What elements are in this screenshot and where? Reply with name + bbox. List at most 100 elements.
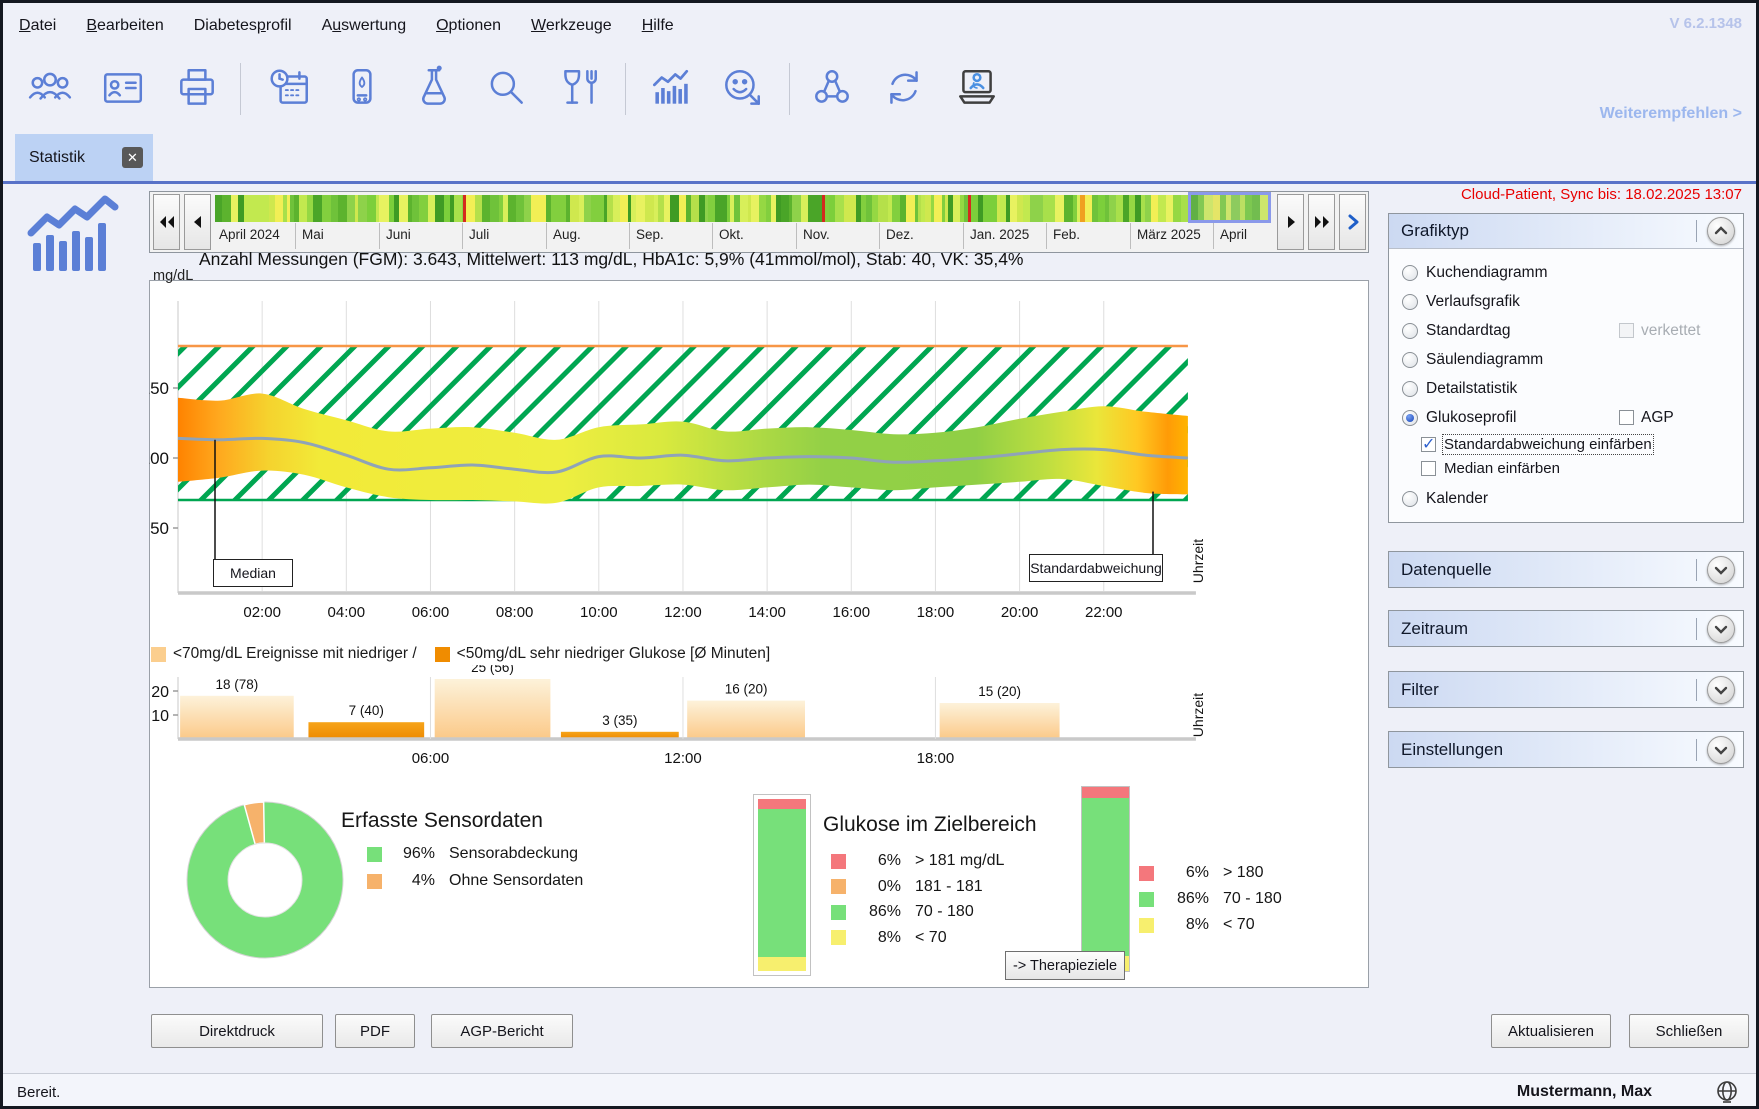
timeline-day-segment bbox=[322, 195, 331, 222]
timeline-day-segment bbox=[428, 195, 435, 222]
timeline-fast-back-button[interactable] bbox=[153, 194, 180, 250]
statistics-page-icon bbox=[27, 195, 119, 280]
direktdruck-button[interactable]: Direktdruck bbox=[151, 1014, 323, 1048]
panel-datenquelle: Datenquelle bbox=[1388, 551, 1744, 588]
timeline-month-label: Dez. bbox=[886, 227, 914, 242]
panel-header[interactable]: Filter bbox=[1389, 672, 1743, 707]
printer-icon[interactable] bbox=[174, 65, 220, 111]
expand-button[interactable] bbox=[1707, 736, 1735, 764]
therapy-goals-button[interactable]: -> Therapieziele bbox=[1005, 951, 1125, 980]
timeline-day-segment bbox=[792, 195, 801, 222]
grafiktyp-option-säulendiagramm[interactable]: Säulendiagramm bbox=[1389, 345, 1743, 374]
grafiktyp-option-glukoseprofil[interactable]: GlukoseprofilAGP bbox=[1389, 403, 1743, 432]
search-icon[interactable] bbox=[483, 65, 529, 111]
timeline-day-segment bbox=[990, 195, 997, 222]
no-sensor-swatch bbox=[367, 874, 382, 889]
svg-text:06:00: 06:00 bbox=[412, 750, 450, 767]
timeline-month-label: Sep. bbox=[636, 227, 664, 242]
diary-calendar-icon[interactable] bbox=[267, 65, 313, 111]
statistics-icon[interactable] bbox=[646, 65, 692, 111]
grafiktyp-panel-header[interactable]: Grafiktyp bbox=[1389, 214, 1743, 249]
svg-text:100: 100 bbox=[149, 449, 169, 468]
tir-legend-row: 6%> 180 bbox=[1139, 864, 1263, 882]
panel-header[interactable]: Einstellungen bbox=[1389, 732, 1743, 767]
timeline-back-button[interactable] bbox=[184, 194, 211, 250]
timeline-day-segment bbox=[983, 195, 990, 222]
timeline-day-segment bbox=[844, 195, 852, 222]
menu-item-bearbeiten[interactable]: Bearbeiten bbox=[86, 17, 163, 35]
radio-button[interactable] bbox=[1402, 381, 1418, 397]
grafiktyp-option-standardtag[interactable]: Standardtagverkettet bbox=[1389, 316, 1743, 345]
radio-button[interactable] bbox=[1402, 352, 1418, 368]
panel-header[interactable]: Zeitraum bbox=[1389, 611, 1743, 646]
expand-button[interactable] bbox=[1707, 615, 1735, 643]
expand-button[interactable] bbox=[1707, 556, 1735, 584]
standard-deviation-annotation: Standardabweichung bbox=[1029, 554, 1163, 582]
timeline-day-segment bbox=[670, 195, 679, 222]
timeline-end-button[interactable] bbox=[1339, 194, 1366, 250]
schlie-en-button[interactable]: Schließen bbox=[1629, 1014, 1749, 1048]
timeline-day-segment bbox=[613, 195, 620, 222]
svg-text:Uhrzeit: Uhrzeit bbox=[1190, 539, 1206, 583]
menu-item-diabetesprofil[interactable]: Diabetesprofil bbox=[194, 17, 292, 35]
timeline-day-segment bbox=[299, 195, 307, 222]
grafiktyp-option-verlaufsgrafik[interactable]: Verlaufsgrafik bbox=[1389, 287, 1743, 316]
glucose-meter-icon[interactable] bbox=[339, 65, 385, 111]
lab-flask-icon[interactable] bbox=[411, 65, 457, 111]
grafiktyp-option-kalender[interactable]: Kalender bbox=[1389, 484, 1743, 513]
status-bar bbox=[3, 1073, 1756, 1107]
radio-button[interactable] bbox=[1402, 323, 1418, 339]
tir-legend-row: 0%181 - 181 bbox=[831, 878, 983, 896]
timeline-glucose-stripe[interactable] bbox=[215, 195, 1271, 222]
collapse-button[interactable] bbox=[1707, 217, 1735, 245]
agp-bericht-button[interactable]: AGP-Bericht bbox=[431, 1014, 573, 1048]
timeline-month-label: Juni bbox=[386, 227, 411, 242]
toolbar-divider bbox=[240, 63, 241, 115]
timeline-day-segment bbox=[222, 195, 231, 222]
radio-button[interactable] bbox=[1402, 491, 1418, 507]
aktualisieren-button[interactable]: Aktualisieren bbox=[1491, 1014, 1611, 1048]
timeline-selection-box[interactable] bbox=[1188, 192, 1271, 223]
svg-text:16 (20): 16 (20) bbox=[725, 682, 768, 697]
checkbox-agp[interactable]: AGP bbox=[1619, 409, 1674, 427]
menu-item-hilfe[interactable]: Hilfe bbox=[642, 17, 674, 35]
radio-button[interactable] bbox=[1402, 265, 1418, 281]
telemedicine-icon[interactable] bbox=[954, 65, 1000, 111]
menu-item-optionen[interactable]: Optionen bbox=[436, 17, 501, 35]
radio-button[interactable] bbox=[1402, 294, 1418, 310]
sub-checkbox-row[interactable]: Median einfärben bbox=[1389, 456, 1743, 480]
recommend-link[interactable]: Weiterempfehlen > bbox=[1600, 105, 1742, 123]
close-icon[interactable]: ✕ bbox=[122, 147, 143, 168]
sub-checkbox-row[interactable]: Standardabweichung einfärben bbox=[1389, 432, 1743, 456]
expand-button[interactable] bbox=[1707, 676, 1735, 704]
timeline-forward-button[interactable] bbox=[1277, 194, 1304, 250]
menu-item-werkzeuge[interactable]: Werkzeuge bbox=[531, 17, 612, 35]
checkbox-label: Median einfärben bbox=[1444, 460, 1560, 477]
patients-group-icon[interactable] bbox=[27, 65, 73, 111]
menu-bar: Datei Bearbeiten Diabetesprofil Auswertung O… bbox=[19, 17, 674, 35]
grafiktyp-option-detailstatistik[interactable]: Detailstatistik bbox=[1389, 374, 1743, 403]
svg-text:20: 20 bbox=[151, 684, 169, 701]
pdf-button[interactable]: PDF bbox=[335, 1014, 415, 1048]
checkbox[interactable] bbox=[1421, 461, 1436, 476]
sync-data-icon[interactable] bbox=[881, 65, 927, 111]
status-text: Bereit. bbox=[17, 1084, 60, 1101]
timeline-day-segment bbox=[419, 195, 428, 222]
timeline-day-segment bbox=[231, 195, 238, 222]
timeline-fast-forward-button[interactable] bbox=[1308, 194, 1335, 250]
timeline-day-segment bbox=[1023, 195, 1030, 222]
menu-item-auswertung[interactable]: Auswertung bbox=[322, 17, 407, 35]
patient-card-icon[interactable] bbox=[100, 65, 146, 111]
menu-item-datei[interactable]: Datei bbox=[19, 17, 56, 35]
grafiktyp-option-kuchendiagramm[interactable]: Kuchendiagramm bbox=[1389, 258, 1743, 287]
share-network-icon[interactable] bbox=[809, 65, 855, 111]
wellbeing-export-icon[interactable] bbox=[719, 65, 765, 111]
tab-statistik[interactable]: Statistik ✕ bbox=[15, 134, 153, 181]
timeline-day-segment bbox=[275, 195, 283, 222]
radio-button[interactable] bbox=[1402, 410, 1418, 426]
panel-header[interactable]: Datenquelle bbox=[1389, 552, 1743, 587]
nutrition-icon[interactable] bbox=[556, 65, 602, 111]
sensor-coverage-label: Sensorabdeckung bbox=[449, 845, 578, 863]
svg-text:08:00: 08:00 bbox=[496, 604, 534, 621]
checkbox[interactable] bbox=[1421, 437, 1436, 452]
